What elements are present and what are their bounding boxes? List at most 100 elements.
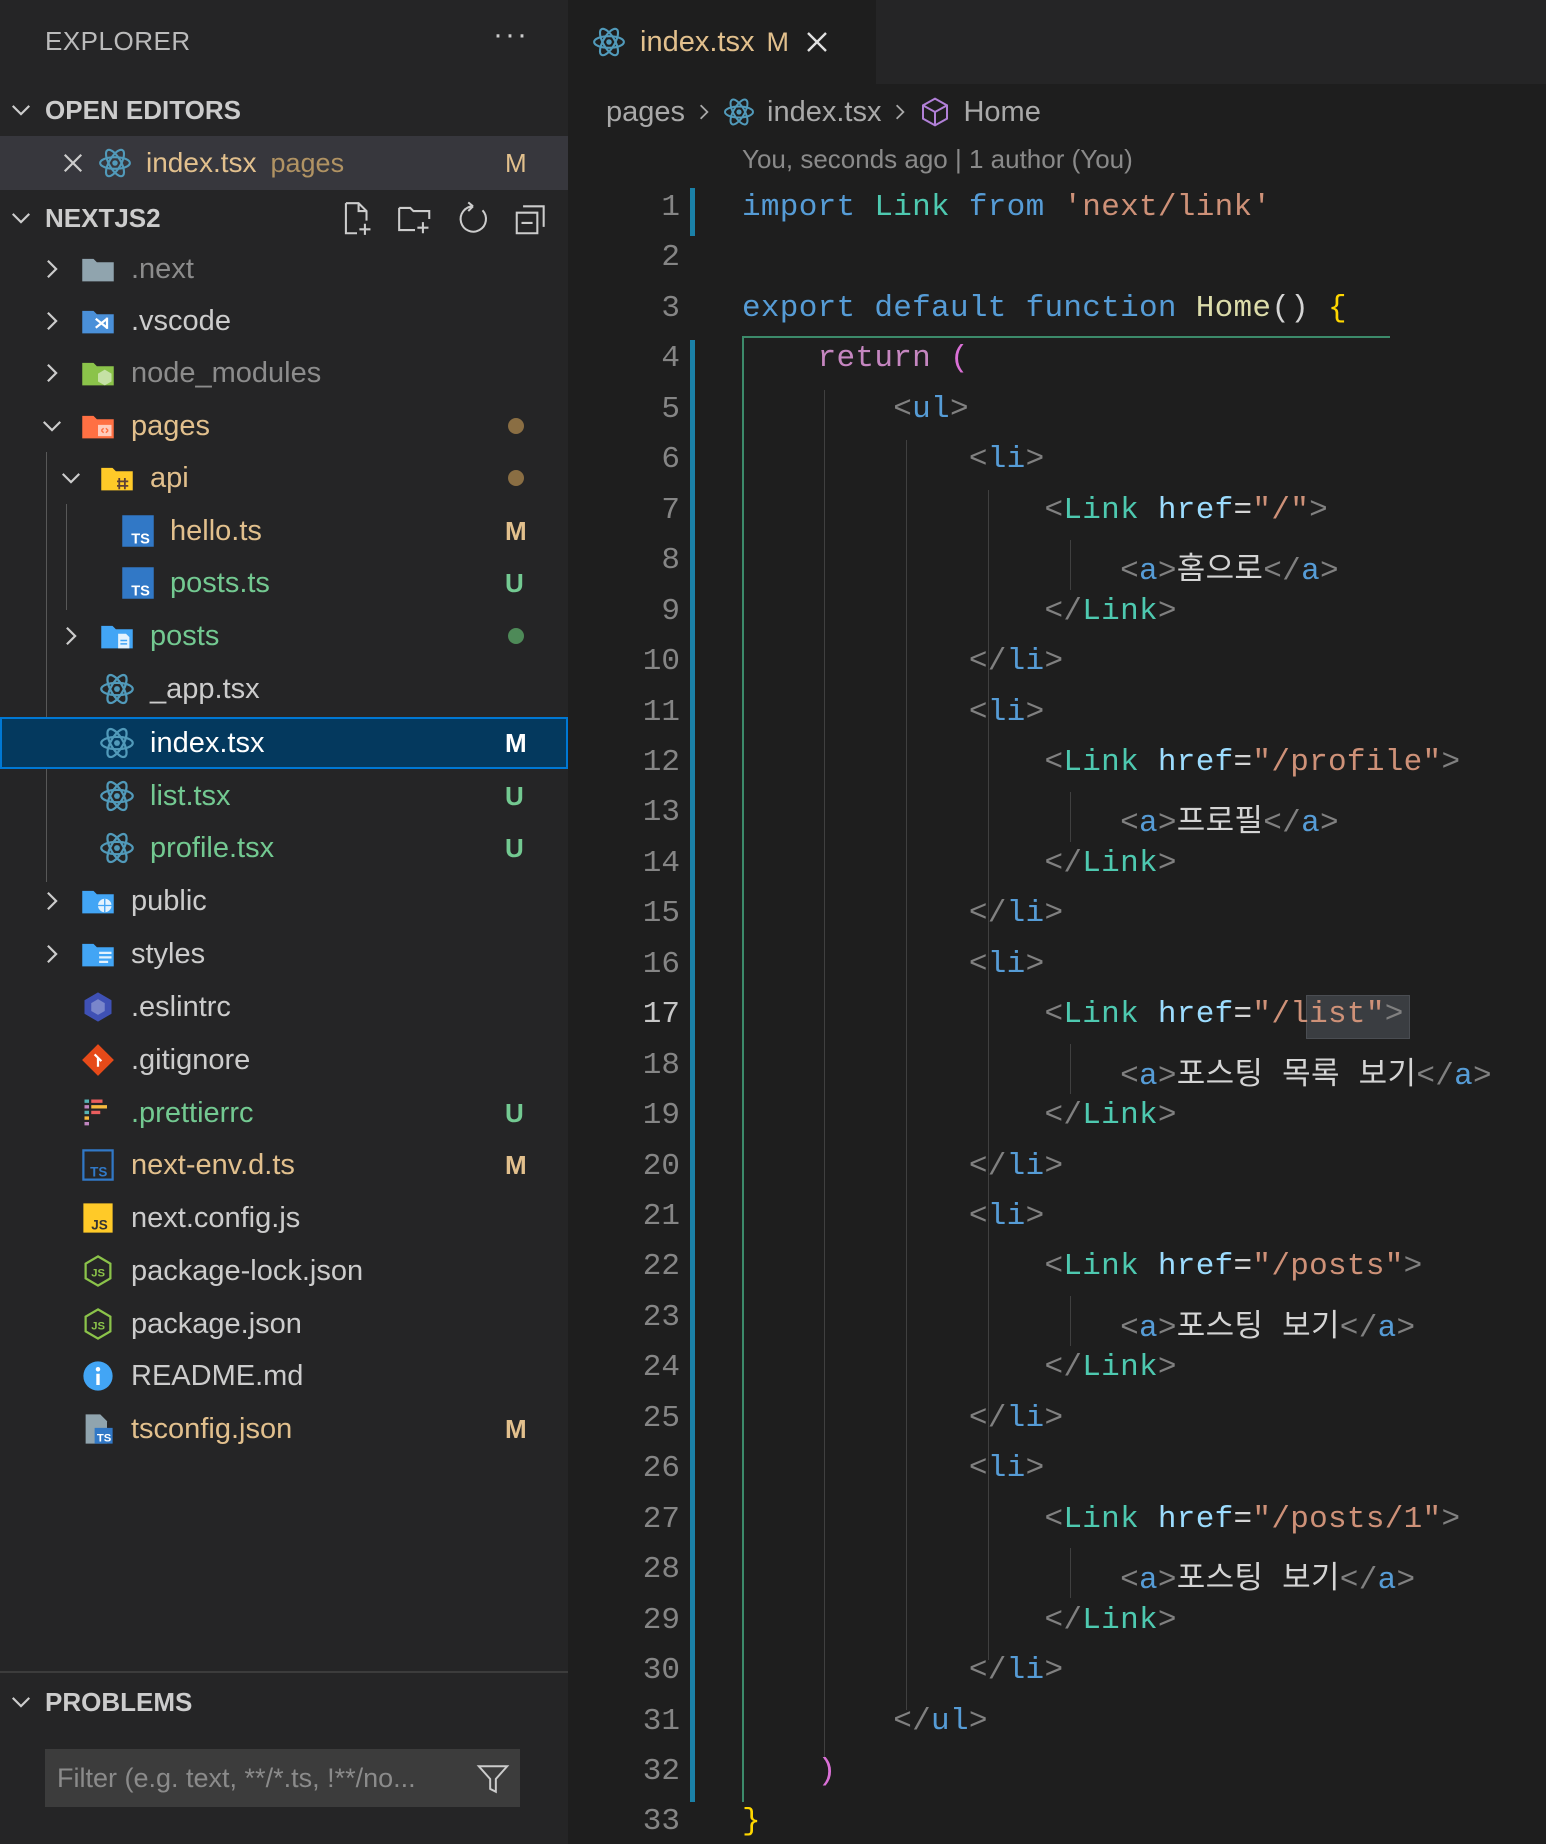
code-token: = — [1233, 745, 1253, 780]
tree-file-prettierrc[interactable]: .prettierrc U — [0, 1087, 568, 1139]
line-number: 11 — [642, 695, 680, 730]
tree-label: api — [150, 461, 189, 494]
close-icon[interactable] — [62, 152, 84, 174]
code-token: from — [968, 190, 1045, 225]
code-line: </li> — [742, 1401, 1063, 1436]
chevron-right-icon — [47, 259, 58, 279]
code-token: > — [1441, 1502, 1461, 1537]
code-token: > — [1025, 695, 1045, 730]
code-token: () — [1271, 291, 1329, 326]
close-icon[interactable] — [805, 30, 829, 54]
tree-folder-public[interactable]: public — [0, 875, 568, 927]
open-editor-filename: index.tsx — [146, 147, 257, 178]
tree-label: .next — [131, 252, 194, 285]
folder-icon — [82, 258, 114, 282]
tree-label: next-env.d.ts — [131, 1148, 295, 1181]
tree-label: list.tsx — [150, 779, 231, 812]
tree-folder-posts[interactable]: posts — [0, 610, 568, 662]
project-header[interactable]: NEXTJS2 — [0, 192, 568, 244]
tree-label: node_modules — [131, 356, 322, 389]
more-actions-icon[interactable]: ··· — [493, 18, 529, 52]
editor-area: index.tsx M pages index.tsx Home You, se… — [568, 0, 1546, 1844]
tree-file-index-tsx[interactable]: index.tsx M — [0, 717, 568, 769]
chevron-right-icon — [700, 104, 709, 120]
open-editor-dir: pages — [270, 147, 345, 178]
code-token: > — [1157, 594, 1177, 629]
code-token: > — [1025, 1199, 1045, 1234]
tree-file-gitignore[interactable]: .gitignore — [0, 1034, 568, 1086]
git-status-badge: U — [505, 780, 524, 811]
line-number: 33 — [642, 1804, 680, 1839]
line-number: 19 — [642, 1098, 680, 1133]
breadcrumb: pages index.tsx Home — [606, 88, 1041, 136]
line-number: 16 — [642, 947, 680, 982]
tree-file-package-json[interactable]: JS package.json — [0, 1298, 568, 1350]
code-token: = — [1233, 1502, 1253, 1537]
code-token: "/" — [1252, 493, 1310, 528]
open-editor-item[interactable]: index.tsx pages M — [0, 136, 568, 190]
new-folder-icon[interactable] — [396, 200, 434, 238]
tree-folder-pages[interactable]: pages — [0, 400, 568, 452]
code-line: </Link> — [742, 846, 1177, 881]
code-line: <li> — [742, 1451, 1044, 1486]
tree-folder-api[interactable]: api — [0, 452, 568, 504]
tab-index-tsx[interactable]: index.tsx M — [568, 0, 876, 84]
tree-folder-styles[interactable]: styles — [0, 928, 568, 980]
code-token: a — [1377, 1311, 1397, 1346]
tree-file-list-tsx[interactable]: list.tsx U — [0, 770, 568, 822]
tree-file-next-config[interactable]: JS next.config.js — [0, 1192, 568, 1244]
svg-text:TS: TS — [97, 1432, 112, 1444]
typescript-icon: TS — [122, 515, 154, 547]
tree-folder-node-modules[interactable]: node_modules — [0, 347, 568, 399]
code-token: } — [742, 1804, 761, 1839]
problems-title: PROBLEMS — [45, 1686, 193, 1717]
tree-file-package-lock[interactable]: JS package-lock.json — [0, 1245, 568, 1297]
git-icon — [82, 1044, 114, 1076]
open-editors-header[interactable]: OPEN EDITORS — [0, 84, 568, 136]
tree-file-app-tsx[interactable]: _app.tsx — [0, 663, 568, 715]
tree-file-hello-ts[interactable]: TS hello.ts M — [0, 505, 568, 557]
problems-filter-input[interactable] — [45, 1762, 455, 1794]
chevron-right-icon — [896, 104, 906, 120]
svg-text:JS: JS — [91, 1268, 105, 1280]
tree-file-eslintrc[interactable]: .eslintrc — [0, 981, 568, 1033]
code-token: a — [1301, 554, 1320, 589]
collapse-all-icon[interactable] — [512, 200, 550, 238]
tree-label: package.json — [131, 1307, 302, 1340]
code-line: </li> — [742, 644, 1063, 679]
filter-icon[interactable] — [476, 1762, 510, 1796]
breadcrumb-folder[interactable]: pages — [606, 96, 685, 129]
tree-file-posts-ts[interactable]: TS posts.ts U — [0, 557, 568, 609]
tree-file-tsconfig[interactable]: TS tsconfig.json M — [0, 1403, 568, 1455]
code-token: 'next/link' — [1063, 190, 1272, 225]
refresh-icon[interactable] — [454, 200, 492, 238]
code-token: a — [1138, 554, 1158, 589]
tree-file-readme[interactable]: README.md — [0, 1350, 568, 1402]
problems-header[interactable]: PROBLEMS — [0, 1676, 568, 1728]
breadcrumb-file[interactable]: index.tsx — [767, 96, 881, 129]
tree-label: public — [131, 884, 207, 917]
line-number: 27 — [642, 1502, 680, 1537]
new-file-icon[interactable] — [338, 200, 376, 238]
breadcrumb-symbol[interactable]: Home — [963, 96, 1040, 129]
code-token: </ — [1263, 806, 1302, 841]
tree-folder-vscode[interactable]: .vscode — [0, 295, 568, 347]
code-token: "/list" — [1252, 997, 1385, 1032]
code-token: < — [1044, 493, 1064, 528]
tree-file-next-env[interactable]: TS next-env.d.ts M — [0, 1139, 568, 1191]
code-token: > — [1384, 997, 1404, 1032]
react-icon — [100, 673, 134, 705]
tree-file-profile-tsx[interactable]: profile.tsx U — [0, 822, 568, 874]
code-line: </li> — [742, 1149, 1063, 1184]
line-number: 14 — [642, 846, 680, 881]
git-status-badge: M — [505, 1413, 527, 1444]
code-token: Link — [1063, 1249, 1139, 1284]
tree-folder-next[interactable]: .next — [0, 243, 568, 295]
codelens-blame[interactable]: You, seconds ago | 1 author (You) — [742, 144, 1133, 175]
